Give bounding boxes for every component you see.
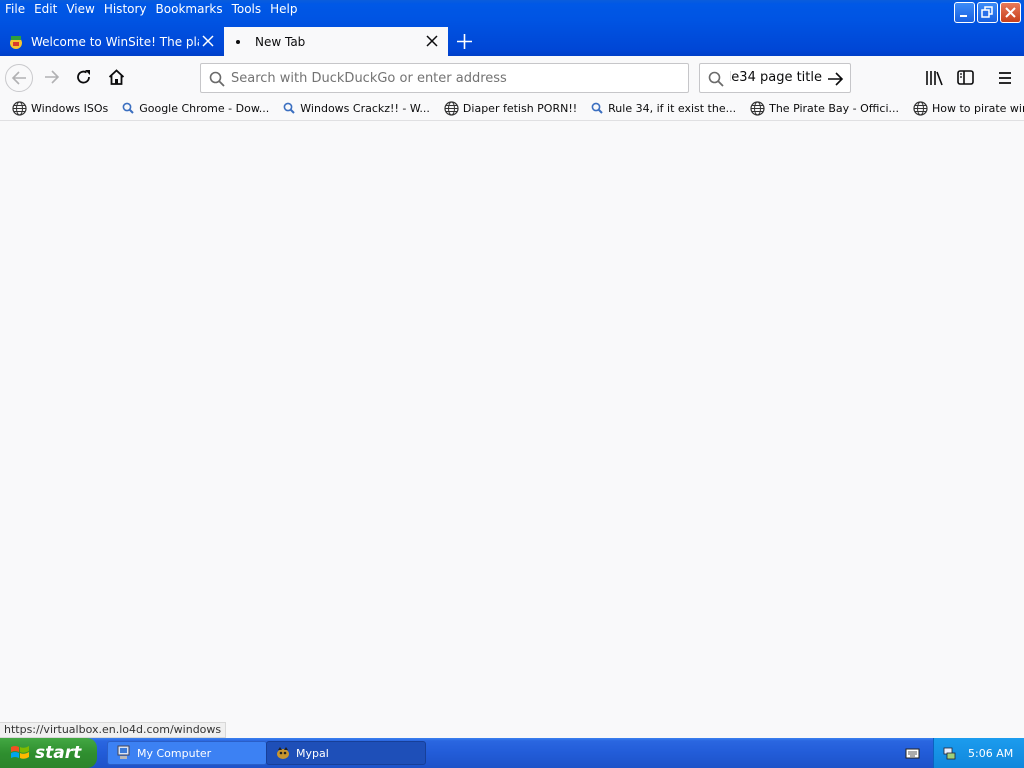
task-label: Mypal — [296, 746, 329, 760]
clock[interactable]: 5:06 AM — [968, 747, 1013, 760]
search-icon — [122, 102, 134, 114]
keyboard-icon[interactable] — [905, 747, 920, 759]
search-input[interactable]: rule34 page title — [730, 70, 822, 85]
bookmark-label: Google Chrome - Dow... — [139, 102, 270, 115]
arrow-left-icon — [11, 71, 26, 85]
taskbar-item-my-computer[interactable]: My Computer — [107, 741, 267, 765]
tab-loading-dot-icon — [236, 39, 240, 44]
bookmark-label: Diaper fetish PORN!! — [462, 102, 578, 115]
start-button[interactable]: start — [0, 738, 97, 768]
tab-close-icon[interactable] — [426, 35, 438, 47]
window-title-bar: File Edit View History Bookmarks Tools H… — [0, 0, 1024, 56]
task-label: My Computer — [137, 746, 212, 760]
search-icon — [209, 71, 225, 87]
go-arrow-icon[interactable] — [827, 71, 844, 87]
taskbar: start My Computer Mypal 5:06 AM — [0, 738, 1024, 768]
bookmark-label: Windows ISOs — [31, 102, 109, 115]
tab-close-icon[interactable] — [202, 35, 214, 47]
bookmarks-toolbar: Windows ISOs Google Chrome - Dow... Wind… — [0, 97, 1024, 121]
tab-title: New Tab — [255, 34, 306, 49]
close-icon — [1005, 7, 1016, 18]
network-icon[interactable] — [942, 746, 957, 761]
new-tab-button[interactable] — [448, 27, 482, 56]
tab-strip: Welcome to WinSite! The place for New Ta… — [0, 27, 482, 56]
hamburger-menu-icon[interactable] — [996, 68, 1016, 88]
menu-tools[interactable]: Tools — [229, 0, 268, 18]
menu-file[interactable]: File — [2, 0, 31, 18]
close-window-button[interactable] — [1000, 2, 1021, 23]
mypal-icon — [277, 747, 289, 759]
globe-icon — [12, 101, 27, 116]
tab-title: Welcome to WinSite! The place for — [31, 34, 199, 49]
search-icon — [283, 102, 296, 114]
windows-logo-icon — [11, 746, 29, 759]
nav-toolbar: rule34 page title — [0, 56, 1024, 97]
bookmark-label: Windows Crackz!! - W... — [300, 102, 430, 115]
menu-history[interactable]: History — [101, 0, 153, 18]
search-icon — [708, 71, 724, 87]
bookmark-item[interactable]: How to pirate windows — [913, 101, 1024, 116]
taskbar-item-mypal[interactable]: Mypal — [266, 741, 426, 765]
globe-icon — [444, 101, 459, 116]
menu-view[interactable]: View — [63, 0, 100, 18]
menu-bar: File Edit View History Bookmarks Tools H… — [2, 0, 304, 18]
bookmark-item[interactable]: Windows ISOs — [12, 101, 108, 116]
window-controls — [954, 2, 1021, 23]
minimize-icon — [960, 15, 967, 17]
globe-icon — [913, 101, 928, 116]
sidebar-toggle-icon[interactable] — [956, 68, 976, 88]
arrow-right-icon — [45, 70, 60, 84]
search-icon — [591, 102, 603, 114]
page-content — [0, 122, 1024, 722]
address-input[interactable] — [231, 68, 671, 88]
bookmark-label: How to pirate windows — [932, 102, 1024, 115]
menu-edit[interactable]: Edit — [31, 0, 63, 18]
home-button[interactable] — [103, 64, 131, 92]
minimize-button[interactable] — [954, 2, 975, 23]
computer-icon — [117, 745, 130, 759]
globe-icon — [750, 101, 765, 116]
menu-bookmarks[interactable]: Bookmarks — [153, 0, 229, 18]
winsite-favicon-icon — [10, 35, 22, 49]
bookmark-item[interactable]: Google Chrome - Dow... — [122, 102, 269, 115]
forward-button[interactable] — [39, 64, 67, 92]
bookmark-item[interactable]: Windows Crackz!! - W... — [283, 102, 430, 115]
tab-new-tab[interactable]: New Tab — [224, 27, 448, 56]
start-label: start — [35, 743, 82, 763]
reload-icon — [77, 70, 90, 84]
bookmark-label: Rule 34, if it exist the... — [608, 102, 737, 115]
reload-button[interactable] — [71, 64, 99, 92]
system-tray: 5:06 AM — [933, 738, 1024, 768]
menu-help[interactable]: Help — [267, 0, 303, 18]
plus-icon — [457, 34, 472, 49]
home-icon — [108, 69, 125, 85]
restore-icon — [981, 6, 993, 18]
library-icon[interactable] — [924, 68, 944, 88]
tab-winsite[interactable]: Welcome to WinSite! The place for — [0, 27, 224, 56]
restore-button[interactable] — [977, 2, 998, 23]
bookmark-item[interactable]: Diaper fetish PORN!! — [444, 101, 577, 116]
bookmark-item[interactable]: Rule 34, if it exist the... — [591, 102, 736, 115]
bookmark-label: The Pirate Bay - Offici... — [769, 102, 899, 115]
bookmark-item[interactable]: The Pirate Bay - Offici... — [750, 101, 899, 116]
url-bar[interactable] — [200, 63, 689, 93]
status-link-url: https://virtualbox.en.lo4d.com/windows — [0, 722, 227, 738]
search-bar[interactable]: rule34 page title — [699, 63, 851, 93]
back-button[interactable] — [5, 64, 33, 92]
